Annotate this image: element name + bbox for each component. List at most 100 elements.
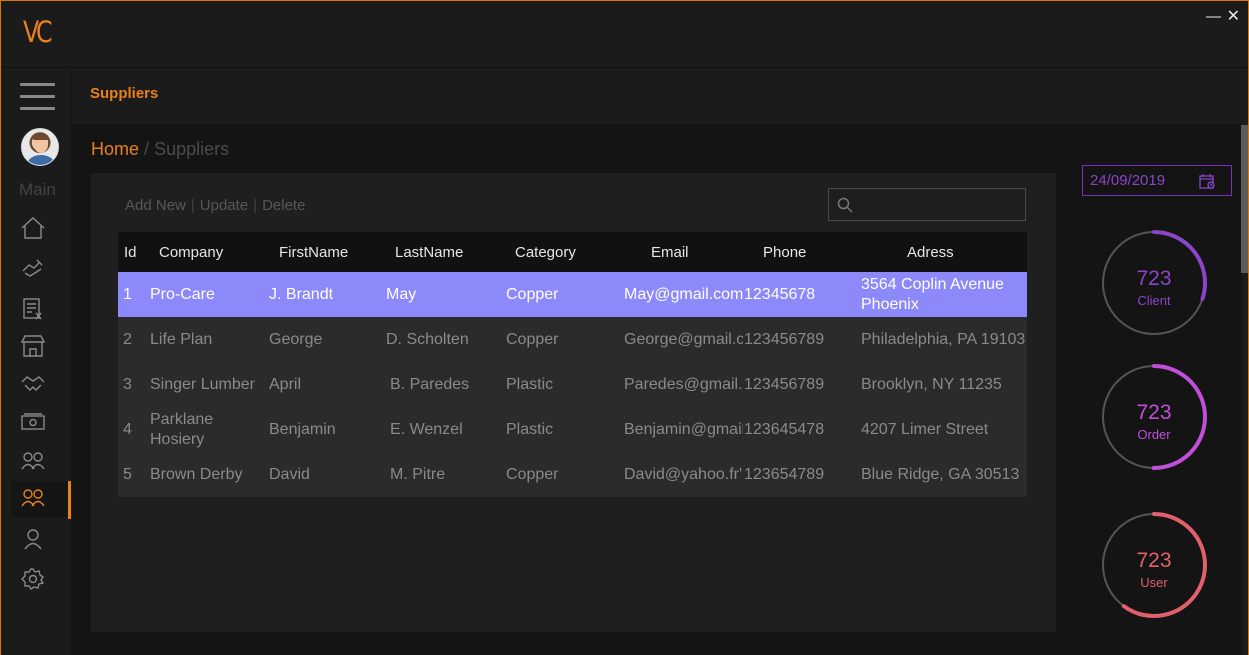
money-icon xyxy=(21,413,45,430)
cell-firstname: J. Brandt xyxy=(269,285,334,303)
sidebar: Main xyxy=(1,69,71,655)
store-icon xyxy=(21,335,45,357)
cell-category: Copper xyxy=(506,330,559,348)
cell-id: 4 xyxy=(123,420,132,438)
vertical-scrollbar[interactable] xyxy=(1241,125,1248,273)
sidebar-item-deals[interactable] xyxy=(11,367,70,403)
cell-address: 4207 Limer Street xyxy=(861,420,989,438)
table-row[interactable]: 4 Parklane Hosiery Benjamin E. Wenzel Pl… xyxy=(118,407,1027,452)
cell-phone: 123456789 xyxy=(744,375,825,393)
users-icon xyxy=(21,489,45,507)
cell-lastname: D. Scholten xyxy=(386,330,469,348)
app-logo: VC xyxy=(23,15,53,49)
main-content: Home / Suppliers Add New | Update | Delete I… xyxy=(72,124,1242,655)
order-count: 723 xyxy=(1136,401,1172,424)
cell-email: David@yahoo.fr' xyxy=(624,465,743,483)
column-header[interactable]: Email xyxy=(623,232,743,272)
search-input[interactable] xyxy=(859,193,1019,217)
cell-company: Parklane Hosiery xyxy=(150,410,214,448)
avatar[interactable] xyxy=(21,128,59,166)
cell-phone: 12345678 xyxy=(744,285,816,303)
cell-id: 2 xyxy=(123,330,132,348)
column-header[interactable]: Id xyxy=(118,232,149,272)
user-count: 723 xyxy=(1136,549,1172,572)
cell-phone: 123456789 xyxy=(744,330,825,348)
table-row[interactable]: 3 Singer Lumber April B. Paredes Plastic… xyxy=(118,362,1027,407)
suppliers-panel: Add New | Update | Delete Id Company FirstNa… xyxy=(91,173,1056,632)
cell-company: Singer Lumber xyxy=(150,375,255,393)
cell-company: Life Plan xyxy=(150,330,213,348)
column-header[interactable]: Phone xyxy=(743,232,860,272)
cell-address: Blue Ridge, GA 30513 xyxy=(861,465,1020,483)
sidebar-item-store[interactable] xyxy=(11,328,70,364)
update-button[interactable]: Update xyxy=(200,197,248,214)
table-header-row: Id Company FirstName LastName Category E… xyxy=(118,232,1027,272)
cell-lastname: May xyxy=(386,285,417,303)
cell-firstname: April xyxy=(269,375,302,393)
column-header[interactable]: Company xyxy=(149,232,268,272)
sidebar-item-settings[interactable] xyxy=(11,560,70,596)
date-picker[interactable]: 24/09/2019 xyxy=(1082,165,1232,196)
page-header: Suppliers xyxy=(72,69,1248,124)
breadcrumb-separator: / xyxy=(144,139,150,159)
cell-category: Copper xyxy=(506,465,559,483)
breadcrumb-home-link[interactable]: Home xyxy=(91,139,139,159)
handshake-icon xyxy=(21,376,45,391)
cell-firstname: David xyxy=(269,465,310,483)
home-icon xyxy=(21,217,45,239)
minimize-button[interactable]: — xyxy=(1206,8,1221,26)
sidebar-item-user[interactable] xyxy=(11,521,70,557)
sidebar-item-home[interactable] xyxy=(11,210,70,246)
table-row[interactable]: 5 Brown Derby David M. Pitre Copper Davi… xyxy=(118,452,1027,497)
menu-toggle-icon[interactable] xyxy=(20,83,55,111)
cell-firstname: Benjamin xyxy=(269,420,336,438)
invoice-icon xyxy=(23,298,42,320)
cell-email: Paredes@gmail.com xyxy=(624,375,743,393)
cell-category: Plastic xyxy=(506,420,554,438)
page-title: Suppliers xyxy=(90,85,159,102)
cell-company: Pro-Care xyxy=(150,285,215,303)
sidebar-item-invoices[interactable] xyxy=(11,290,70,326)
search-box[interactable] xyxy=(828,188,1026,221)
cell-firstname: George xyxy=(269,330,323,348)
column-header[interactable]: FirstName xyxy=(268,232,386,272)
client-count: 723 xyxy=(1136,267,1172,290)
cell-lastname: M. Pitre xyxy=(390,465,446,483)
user-stat-gauge: 723 User xyxy=(1101,512,1211,622)
cell-id: 5 xyxy=(123,465,132,483)
column-header[interactable]: Adress xyxy=(860,232,1027,272)
calendar-icon[interactable] xyxy=(1199,173,1215,189)
cell-address: Brooklyn, NY 11235 xyxy=(861,375,1002,393)
cell-category: Copper xyxy=(506,285,559,303)
order-stat-gauge: 723 Order xyxy=(1101,364,1211,474)
add-new-button[interactable]: Add New xyxy=(125,197,186,214)
cell-phone: 123654789 xyxy=(744,465,825,483)
sidebar-item-payments[interactable] xyxy=(11,405,70,441)
user-icon xyxy=(24,529,42,550)
cell-lastname: E. Wenzel xyxy=(390,420,463,438)
close-button[interactable]: ✕ xyxy=(1227,8,1240,26)
action-separator: | xyxy=(253,197,258,214)
table-row[interactable]: 2 Life Plan George D. Scholten Copper Ge… xyxy=(118,317,1027,362)
cell-address: Philadelphia, PA 19103 xyxy=(861,330,1026,348)
column-header[interactable]: LastName xyxy=(386,232,505,272)
table-row[interactable]: 1 Pro-Care J. Brandt May Copper May@gmai… xyxy=(118,272,1027,317)
delete-button[interactable]: Delete xyxy=(262,197,305,214)
cell-email: George@gmail.com xyxy=(624,330,743,348)
cell-lastname: B. Paredes xyxy=(390,375,470,393)
action-bar: Add New | Update | Delete xyxy=(125,197,305,214)
user-label: User xyxy=(1140,575,1168,590)
sidebar-item-suppliers[interactable] xyxy=(11,481,71,519)
action-separator: | xyxy=(190,197,195,214)
cell-email: May@gmail.com xyxy=(624,285,743,303)
column-header[interactable]: Category xyxy=(505,232,623,272)
cell-id: 3 xyxy=(123,375,132,393)
cell-phone: 123645478 xyxy=(744,420,825,438)
sidebar-item-clients[interactable] xyxy=(11,444,70,480)
breadcrumb-current: Suppliers xyxy=(154,139,230,159)
sidebar-section-label: Main xyxy=(19,180,56,199)
cell-company: Brown Derby xyxy=(150,465,243,483)
client-label: Client xyxy=(1137,293,1171,308)
sidebar-item-sales[interactable] xyxy=(11,250,70,286)
breadcrumb: Home / Suppliers xyxy=(91,139,229,160)
